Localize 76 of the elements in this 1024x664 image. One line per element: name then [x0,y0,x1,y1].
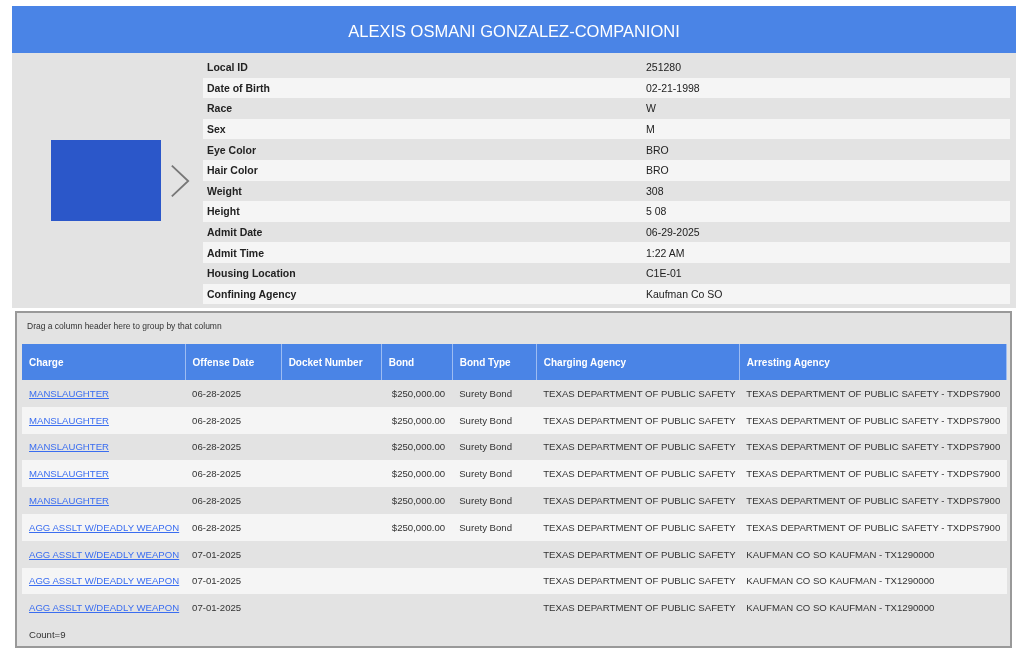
table-cell: TEXAS DEPARTMENT OF PUBLIC SAFETY [536,514,740,541]
field-label: Weight [206,184,243,197]
charge-link[interactable]: MANSLAUGHTER [29,441,109,453]
field-value: M [646,123,656,136]
field-value: Kaufman Co SO [646,287,724,300]
group-hint: Drag a column header here to group by that column [26,320,223,333]
table-cell: $250,000.00 [381,433,453,461]
table-cell: KAUFMAN CO SO KAUFMAN - TX1290000 [739,540,1007,568]
row-count: Count=9 [28,628,67,643]
table-cell: TEXAS DEPARTMENT OF PUBLIC SAFETY [536,460,740,488]
field-value: 02-21-1998 [646,81,701,94]
table-cell: TEXAS DEPARTMENT OF PUBLIC SAFETY - TXDPS7900 [739,380,1007,407]
table-cell: TEXAS DEPARTMENT OF PUBLIC SAFETY [536,567,740,595]
column-header[interactable]: Bond [381,344,453,380]
table-cell: Surety Bond [452,514,537,541]
chevron-right-icon[interactable] [170,162,190,199]
column-header[interactable]: Bond Type [452,344,537,380]
table-cell: Surety Bond [452,487,537,514]
column-header[interactable]: Arresting Agency [739,344,1007,380]
field-value: 1:22 AM [646,246,686,259]
table-cell: TEXAS DEPARTMENT OF PUBLIC SAFETY [536,433,740,461]
table-cell: 07-01-2025 [185,567,282,595]
field-label: Admit Date [206,226,264,239]
field-label: Race [206,102,234,115]
charge-link[interactable]: AGG ASSLT W/DEADLY WEAPON [29,602,180,614]
table-cell: TEXAS DEPARTMENT OF PUBLIC SAFETY - TXDPS7900 [739,514,1007,541]
column-header[interactable]: Charge [22,344,186,380]
table-cell: $250,000.00 [381,460,453,488]
table-cell: TEXAS DEPARTMENT OF PUBLIC SAFETY - TXDPS7900 [739,487,1007,514]
table-cell: $250,000.00 [381,406,453,434]
charge-link[interactable]: MANSLAUGHTER [29,387,109,399]
table-cell: Surety Bond [452,433,537,461]
table-cell: Surety Bond [452,406,537,434]
table-cell: 06-28-2025 [185,406,282,434]
field-label: Hair Color [206,164,259,177]
table-cell: Surety Bond [452,380,537,407]
field-label: Housing Location [206,267,297,280]
column-header[interactable]: Charging Agency [536,344,740,380]
page-title: ALEXIS OSMANI GONZALEZ-COMPANIONI [12,6,1016,53]
table-cell: 06-28-2025 [185,433,282,461]
field-label: Sex [206,123,227,136]
field-value: 251280 [646,61,683,74]
field-value: BRO [646,143,670,156]
table-cell: TEXAS DEPARTMENT OF PUBLIC SAFETY [536,540,740,568]
field-value: W [646,102,657,115]
column-header[interactable]: Offense Date [185,344,282,380]
field-value: BRO [646,164,670,177]
table-cell: $250,000.00 [381,514,453,541]
charge-link[interactable]: AGG ASSLT W/DEADLY WEAPON [29,548,180,560]
column-header[interactable]: Docket Number [281,344,382,380]
table-cell: TEXAS DEPARTMENT OF PUBLIC SAFETY [536,406,740,434]
table-cell: 07-01-2025 [185,540,282,568]
charge-link[interactable]: MANSLAUGHTER [29,495,109,507]
field-label: Date of Birth [206,81,271,94]
table-cell: 06-28-2025 [185,380,282,407]
table-cell: TEXAS DEPARTMENT OF PUBLIC SAFETY - TXDPS7900 [739,406,1007,434]
table-cell: TEXAS DEPARTMENT OF PUBLIC SAFETY [536,380,740,407]
field-label: Confining Agency [206,287,298,300]
field-label: Eye Color [206,143,257,156]
table-cell: TEXAS DEPARTMENT OF PUBLIC SAFETY - TXDPS7900 [739,433,1007,461]
field-label: Height [206,205,241,218]
field-value: C1E-01 [646,267,683,280]
table-cell: $250,000.00 [381,487,453,514]
table-cell: TEXAS DEPARTMENT OF PUBLIC SAFETY [536,487,740,514]
field-value: 308 [646,184,665,197]
table-cell: TEXAS DEPARTMENT OF PUBLIC SAFETY - TXDPS7900 [739,460,1007,488]
table-cell: 06-28-2025 [185,460,282,488]
table-cell: Surety Bond [452,460,537,488]
field-value: 06-29-2025 [646,226,701,239]
table-cell: $250,000.00 [381,380,453,407]
field-label: Admit Time [206,246,265,259]
table-cell: 06-28-2025 [185,487,282,514]
table-cell: KAUFMAN CO SO KAUFMAN - TX1290000 [739,567,1007,595]
field-label: Local ID [206,61,249,74]
table-cell: 06-28-2025 [185,514,282,541]
field-value: 5 08 [646,205,668,218]
